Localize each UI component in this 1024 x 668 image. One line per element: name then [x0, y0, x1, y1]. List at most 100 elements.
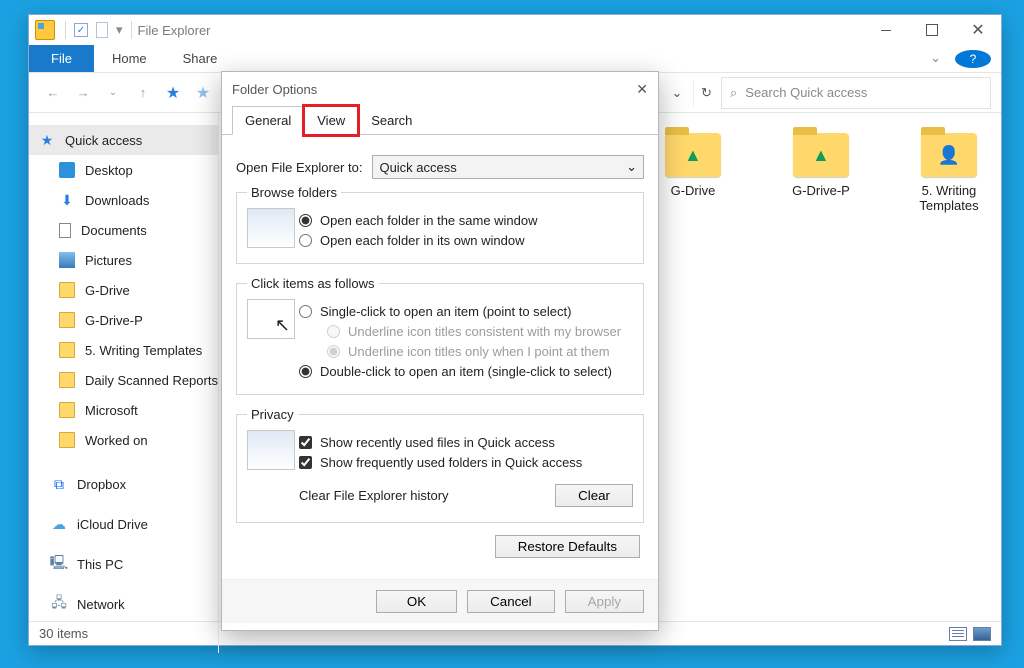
minimize-button[interactable] — [863, 15, 909, 45]
sidebar-item-writing[interactable]: 5. Writing Templates — [29, 335, 218, 365]
chevron-down-icon: ⌄ — [626, 159, 637, 175]
checkbox-icon[interactable]: ✓ — [74, 23, 88, 37]
gdrive-icon: ▲ — [681, 143, 705, 167]
folder-icon — [59, 342, 75, 358]
restore-defaults-button[interactable]: Restore Defaults — [495, 535, 640, 558]
browse-folders-group: Browse folders Open each folder in the s… — [236, 185, 644, 264]
details-view-icon[interactable] — [949, 627, 967, 641]
item-label: 5. Writing Templates — [905, 183, 993, 213]
radio-underline-browser: Underline icon titles consistent with my… — [327, 324, 633, 339]
quick-access-star-icon[interactable]: ★ — [159, 79, 187, 107]
tab-file[interactable]: File — [29, 45, 94, 72]
dropbox-icon: ⧉ — [51, 476, 67, 492]
documents-icon — [59, 223, 71, 238]
pictures-icon — [59, 252, 75, 268]
sidebar-item-gdrive-p[interactable]: G-Drive-P — [29, 305, 218, 335]
item-label: G-Drive — [649, 183, 737, 198]
quick-access-star-icon[interactable]: ★ — [189, 79, 217, 107]
up-button[interactable]: ↑ — [129, 79, 157, 107]
large-icons-view-icon[interactable] — [973, 627, 991, 641]
dialog-titlebar[interactable]: Folder Options ✕ — [222, 72, 658, 106]
click-items-group: Click items as follows ↖ Single-click to… — [236, 276, 644, 395]
dropdown-icon[interactable]: ▾ — [116, 22, 123, 38]
open-to-select[interactable]: Quick access ⌄ — [372, 155, 644, 179]
privacy-image-icon — [247, 430, 295, 470]
folder-icon — [59, 312, 75, 328]
sidebar-item-documents[interactable]: Documents — [29, 215, 218, 245]
refresh-button[interactable]: ↻ — [693, 80, 719, 106]
privacy-group: Privacy Show recently used files in Quic… — [236, 407, 644, 523]
address-dropdown-icon[interactable]: ⌄ — [663, 79, 691, 107]
browse-image-icon — [247, 208, 295, 248]
folder-options-dialog: Folder Options ✕ General View Search Ope… — [221, 71, 659, 631]
folder-icon — [59, 282, 75, 298]
forward-button[interactable]: → — [69, 79, 97, 107]
clear-history-label: Clear File Explorer history — [299, 488, 449, 503]
clear-button[interactable]: Clear — [555, 484, 633, 507]
network-icon: 🖧 — [51, 596, 67, 612]
tab-home[interactable]: Home — [94, 45, 165, 72]
app-icon — [35, 20, 55, 40]
cancel-button[interactable]: Cancel — [467, 590, 555, 613]
sidebar-quick-access[interactable]: ★Quick access — [29, 125, 218, 155]
sidebar: ★Quick access Desktop ⬇Downloads Documen… — [29, 113, 219, 653]
search-placeholder: Search Quick access — [745, 85, 867, 100]
tab-view[interactable]: View — [304, 106, 358, 135]
radio-single-click[interactable]: Single-click to open an item (point to s… — [299, 304, 633, 319]
sidebar-item-worked[interactable]: Worked on — [29, 425, 218, 455]
click-image-icon: ↖ — [247, 299, 295, 339]
close-button[interactable]: ✕ — [955, 15, 1001, 45]
sidebar-dropbox[interactable]: ⧉Dropbox — [29, 469, 218, 499]
quick-access-toolbar: ✓ ▾ — [65, 21, 132, 39]
check-frequent-folders[interactable]: Show frequently used folders in Quick ac… — [299, 455, 633, 470]
tab-general[interactable]: General — [232, 106, 304, 135]
radio-same-window[interactable]: Open each folder in the same window — [299, 213, 633, 228]
ribbon-tabs: File Home Share ⌄ ? — [29, 45, 1001, 73]
open-to-label: Open File Explorer to: — [236, 160, 362, 175]
sidebar-item-pictures[interactable]: Pictures — [29, 245, 218, 275]
close-icon[interactable]: ✕ — [636, 81, 648, 98]
icloud-icon: ☁ — [51, 516, 67, 532]
user-icon: 👤 — [937, 143, 961, 167]
window-title: File Explorer — [138, 23, 211, 38]
folder-icon — [59, 432, 75, 448]
maximize-button[interactable] — [909, 15, 955, 45]
dialog-title: Folder Options — [232, 82, 317, 97]
check-recent-files[interactable]: Show recently used files in Quick access — [299, 435, 633, 450]
apply-button[interactable]: Apply — [565, 590, 644, 613]
folder-item[interactable]: ▲ G-Drive-P — [777, 133, 865, 633]
item-count: 30 items — [39, 626, 88, 641]
sidebar-this-pc[interactable]: 🖳This PC — [29, 549, 218, 579]
doc-icon[interactable] — [96, 22, 108, 38]
sidebar-item-downloads[interactable]: ⬇Downloads — [29, 185, 218, 215]
sidebar-network[interactable]: 🖧Network — [29, 589, 218, 619]
gdrive-icon: ▲ — [809, 143, 833, 167]
ribbon-collapse-icon[interactable]: ⌄ — [912, 44, 951, 72]
folder-icon — [59, 402, 75, 418]
sidebar-item-daily[interactable]: Daily Scanned Reports — [29, 365, 218, 395]
sidebar-item-gdrive[interactable]: G-Drive — [29, 275, 218, 305]
search-input[interactable]: ⌕ Search Quick access — [721, 77, 991, 109]
folder-item[interactable]: 👤 5. Writing Templates — [905, 133, 993, 633]
titlebar: ✓ ▾ File Explorer ✕ — [29, 15, 1001, 45]
search-icon: ⌕ — [730, 85, 737, 101]
item-label: G-Drive-P — [777, 183, 865, 198]
downloads-icon: ⬇ — [59, 192, 75, 208]
radio-underline-point: Underline icon titles only when I point … — [327, 344, 633, 359]
sidebar-item-microsoft[interactable]: Microsoft — [29, 395, 218, 425]
file-explorer-window: ✓ ▾ File Explorer ✕ File Home Share ⌄ ? … — [28, 14, 1002, 646]
radio-double-click[interactable]: Double-click to open an item (single-cli… — [299, 364, 633, 379]
folder-icon — [59, 372, 75, 388]
recent-dropdown-icon[interactable]: ⌄ — [99, 79, 127, 107]
help-icon[interactable]: ? — [955, 50, 991, 68]
folder-item[interactable]: ▲ G-Drive — [649, 133, 737, 633]
radio-own-window[interactable]: Open each folder in its own window — [299, 233, 633, 248]
desktop-icon — [59, 162, 75, 178]
tab-search[interactable]: Search — [358, 106, 425, 135]
tab-share[interactable]: Share — [165, 45, 236, 72]
sidebar-item-desktop[interactable]: Desktop — [29, 155, 218, 185]
pc-icon: 🖳 — [51, 556, 67, 572]
back-button[interactable]: ← — [39, 79, 67, 107]
sidebar-icloud[interactable]: ☁iCloud Drive — [29, 509, 218, 539]
ok-button[interactable]: OK — [376, 590, 457, 613]
